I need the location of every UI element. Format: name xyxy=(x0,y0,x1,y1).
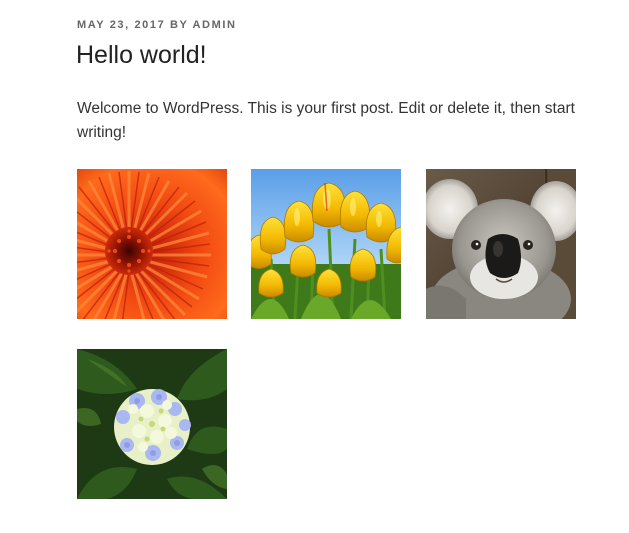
gallery-image-koala[interactable] xyxy=(426,169,576,319)
koala-image xyxy=(426,169,576,319)
author-link[interactable]: ADMIN xyxy=(193,19,237,31)
tulips-image xyxy=(251,169,401,319)
post-content: Welcome to WordPress. This is your first… xyxy=(77,100,575,141)
entry-meta: MAY 23, 2017 BY ADMIN xyxy=(77,19,237,31)
gallery-image-chrysanthemum[interactable] xyxy=(77,169,227,319)
gallery-image-hydrangea[interactable] xyxy=(77,349,227,499)
hydrangea-image xyxy=(77,349,227,499)
chrysanthemum-image xyxy=(77,169,227,319)
post-date-link[interactable]: MAY 23, 2017 xyxy=(77,19,165,31)
byline-by: BY xyxy=(169,19,189,31)
post-title[interactable]: Hello world! xyxy=(76,40,207,70)
gallery-image-tulips[interactable] xyxy=(251,169,401,319)
